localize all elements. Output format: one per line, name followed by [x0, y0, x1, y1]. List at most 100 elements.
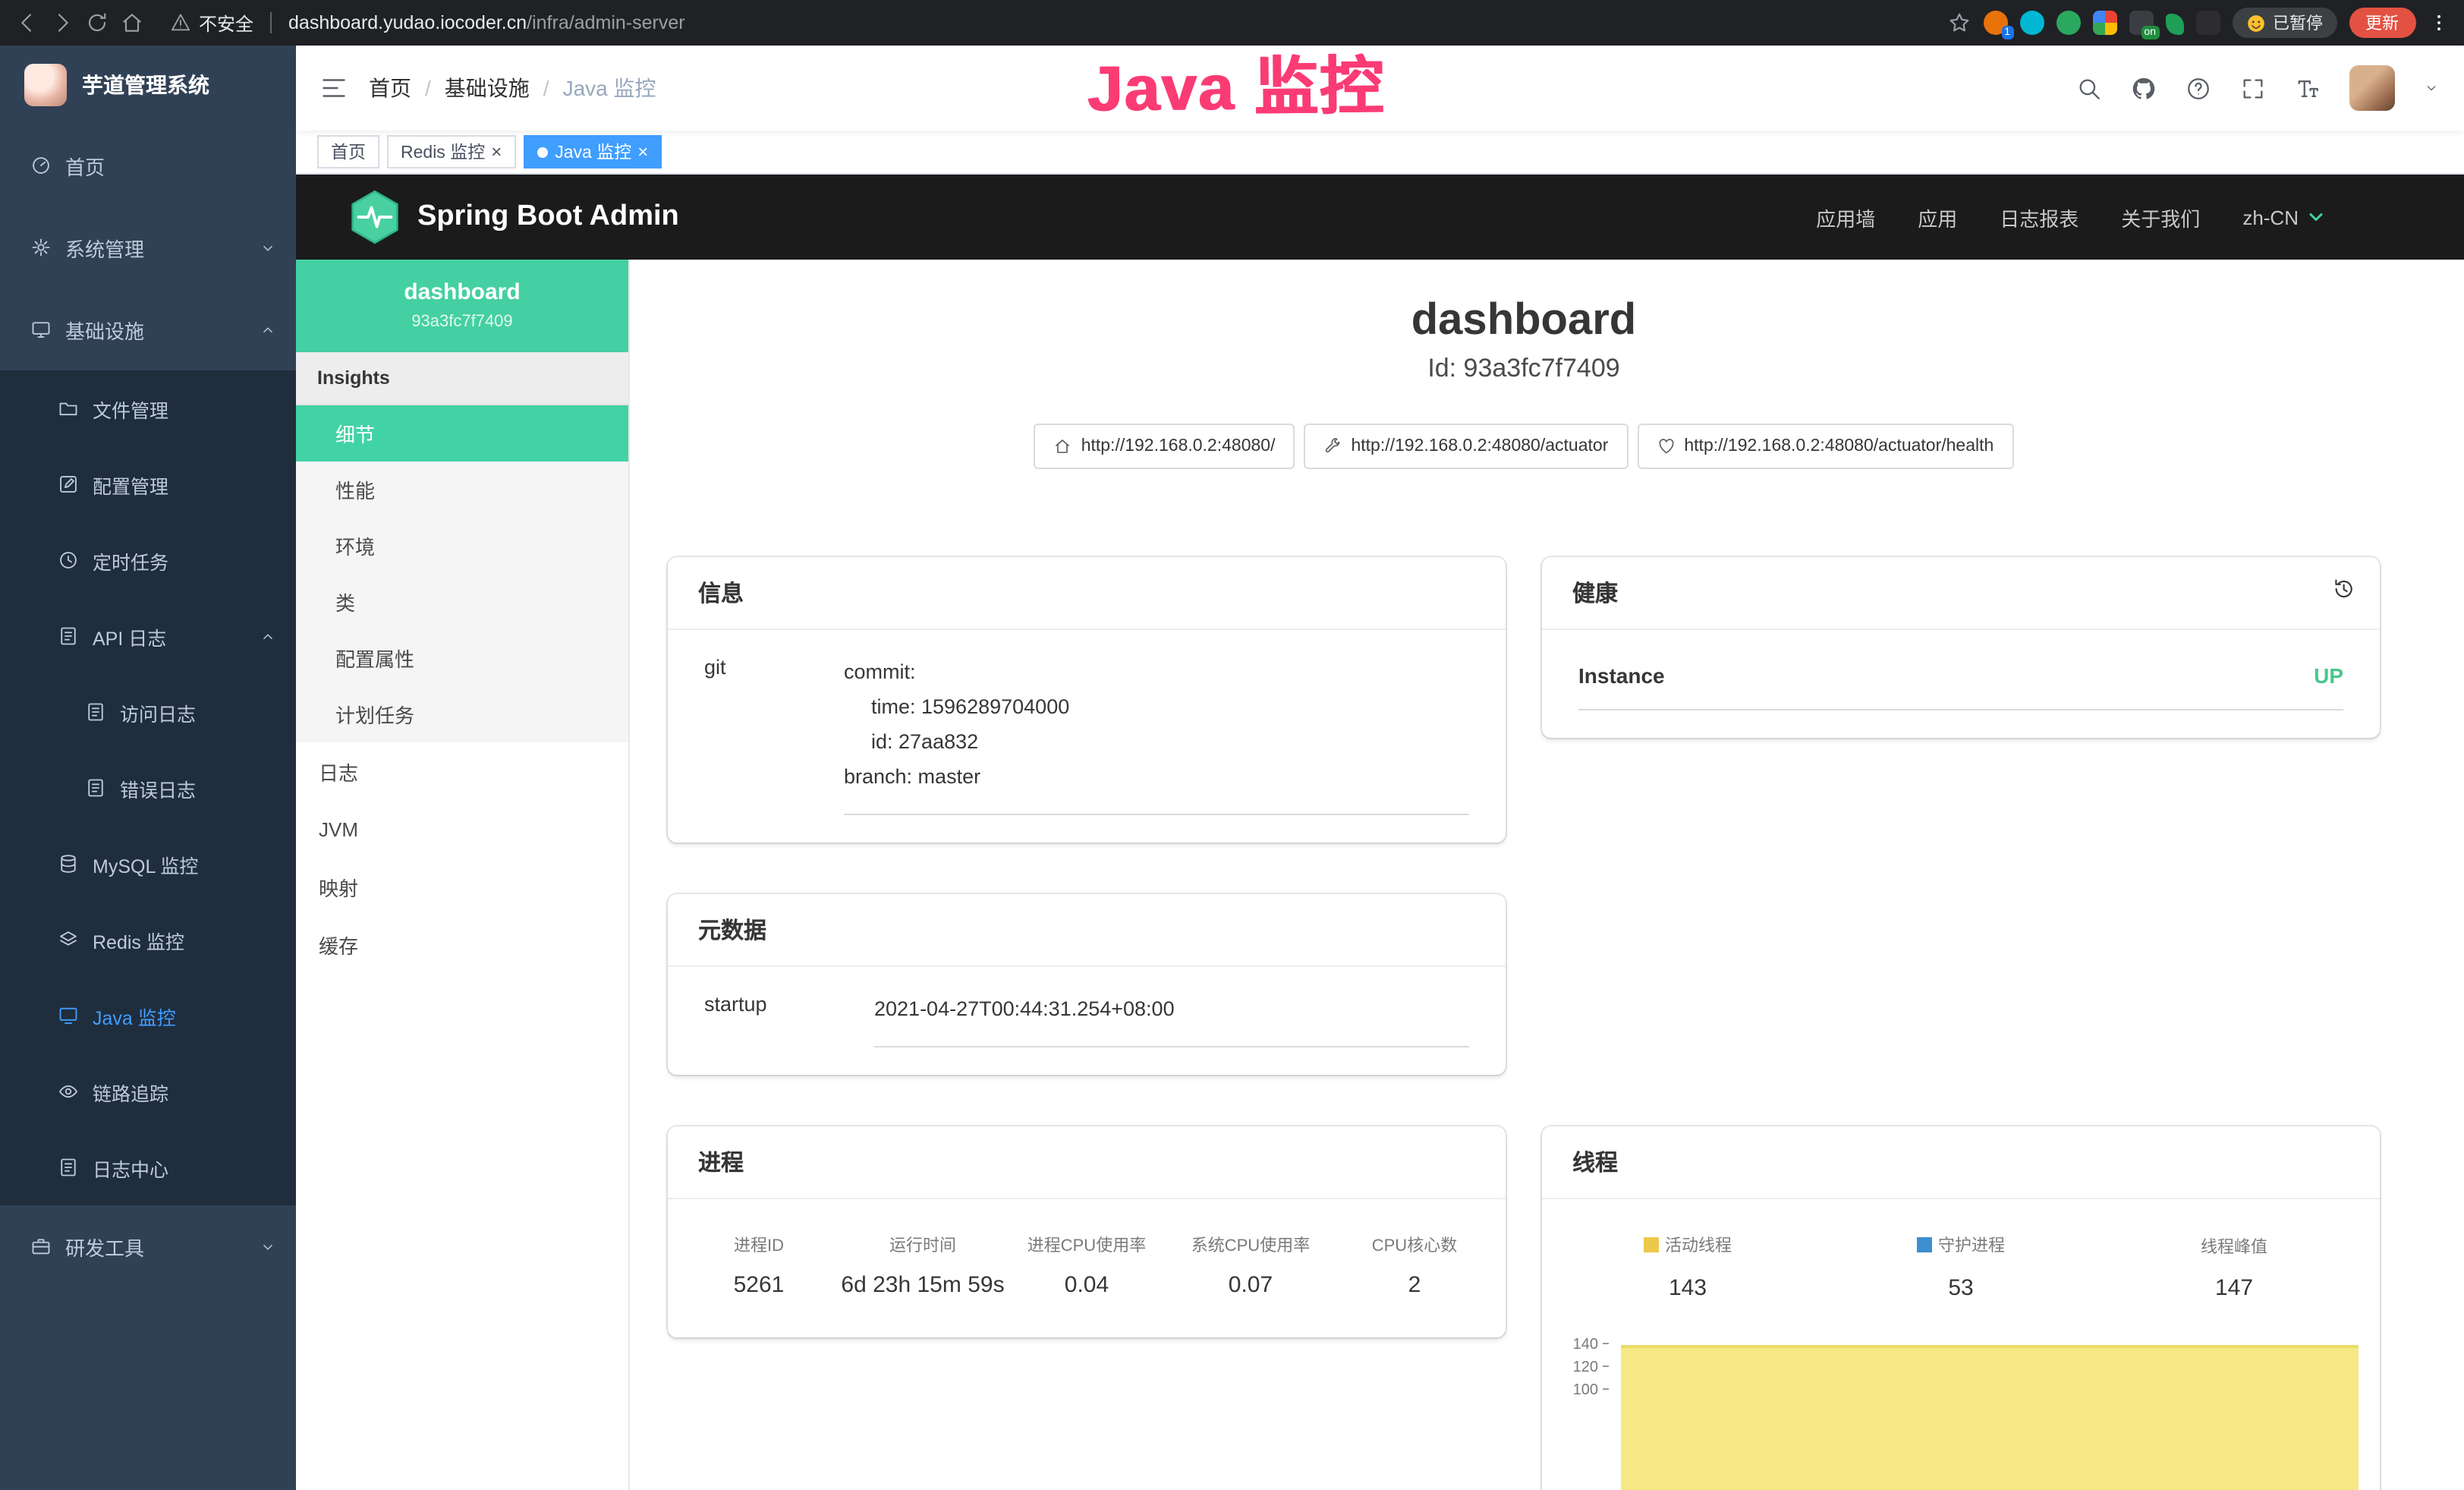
- close-icon[interactable]: ×: [637, 143, 648, 161]
- sba-brand[interactable]: Spring Boot Admin: [417, 200, 679, 234]
- tab-redis-monitor[interactable]: Redis 监控 ×: [387, 135, 515, 169]
- sidebar-item-java-monitor[interactable]: Java 监控: [0, 978, 296, 1054]
- breadcrumb-infra[interactable]: 基础设施: [445, 73, 530, 103]
- help-icon[interactable]: [2185, 75, 2211, 101]
- sidebar-item-mysql-monitor[interactable]: MySQL 监控: [0, 826, 296, 902]
- app-sidebar: 芋道管理系统 首页 系统管理 基础设施 文件管理: [0, 46, 296, 1490]
- sidebar-item-cron-jobs[interactable]: 定时任务: [0, 522, 296, 598]
- breadcrumb-home[interactable]: 首页: [369, 73, 411, 103]
- chevron-down-icon: [260, 1238, 276, 1255]
- insights-section-label: Insights: [296, 352, 628, 405]
- instance-id: 93a3fc7f7409: [311, 313, 613, 331]
- monitor-icon: [30, 319, 52, 340]
- history-icon[interactable]: [2331, 577, 2355, 601]
- sba-header: Spring Boot Admin 应用墙 应用 日志报表 关于我们 zh-CN: [296, 175, 2464, 260]
- divider: [270, 12, 272, 33]
- github-icon[interactable]: [2130, 75, 2156, 101]
- url-domain: dashboard.yudao.iocoder.cn: [288, 12, 527, 33]
- card-title: 信息: [668, 557, 1506, 630]
- hamburger-icon[interactable]: [320, 74, 348, 102]
- sidebar-item-error-log[interactable]: 错误日志: [0, 750, 296, 826]
- chevron-up-icon: [260, 628, 276, 644]
- sba-item-logs[interactable]: 日志: [296, 742, 628, 800]
- chevron-down-icon: [260, 239, 276, 256]
- chevron-down-icon[interactable]: [2423, 80, 2438, 96]
- extension-icon-leaf[interactable]: [2165, 13, 2183, 34]
- sba-nav-applications[interactable]: 应用: [1918, 203, 1957, 232]
- reload-icon[interactable]: [85, 11, 109, 35]
- toolbox-icon: [30, 1236, 52, 1257]
- extension-icon-dark-on[interactable]: on: [2129, 11, 2153, 35]
- locale-selector[interactable]: zh-CN: [2242, 206, 2324, 228]
- extension-icon-drop[interactable]: [2019, 11, 2044, 35]
- sba-item-classes[interactable]: 类: [296, 574, 628, 630]
- sidebar-item-api-log[interactable]: API 日志: [0, 598, 296, 674]
- sidebar-item-redis-monitor[interactable]: Redis 监控: [0, 902, 296, 978]
- sidebar-item-access-log[interactable]: 访问日志: [0, 674, 296, 750]
- home-icon[interactable]: [120, 11, 144, 35]
- back-icon[interactable]: [15, 11, 39, 35]
- sba-nav-wallboard[interactable]: 应用墙: [1816, 203, 1875, 232]
- sidebar-item-tracing[interactable]: 链路追踪: [0, 1054, 296, 1129]
- layers-icon: [58, 929, 79, 950]
- sidebar-item-dev-tools[interactable]: 研发工具: [0, 1205, 296, 1287]
- search-icon[interactable]: [2075, 75, 2101, 101]
- info-row-git: git commit: time: 1596289704000 id: 27aa…: [704, 654, 1469, 815]
- page-title: dashboard: [668, 296, 2380, 346]
- sba-item-mappings[interactable]: 映射: [296, 858, 628, 915]
- update-button[interactable]: 更新: [2349, 8, 2415, 38]
- actuator-url-button[interactable]: http://192.168.0.2:48080/actuator: [1304, 424, 1628, 469]
- threads-legend: 活动线程 143 守护进程 53 线程峰值 14: [1542, 1199, 2380, 1301]
- extension-icon-orange[interactable]: 1: [1983, 11, 2007, 35]
- font-size-icon[interactable]: [2294, 75, 2320, 101]
- instance-header[interactable]: dashboard 93a3fc7f7409: [296, 260, 628, 352]
- cards-grid: 信息 git commit: time: 1596289704000 id: 2…: [668, 557, 2380, 1490]
- home-link-icon: [1054, 437, 1072, 455]
- sba-item-scheduled-tasks[interactable]: 计划任务: [296, 686, 628, 742]
- fullscreen-icon[interactable]: [2239, 75, 2265, 101]
- sba-content: dashboard Id: 93a3fc7f7409 http://192.16…: [630, 260, 2464, 1490]
- sidebar-item-infra[interactable]: 基础设施: [0, 288, 296, 370]
- address-bar[interactable]: dashboard.yudao.iocoder.cn/infra/admin-s…: [288, 12, 685, 33]
- health-url-button[interactable]: http://192.168.0.2:48080/actuator/health: [1637, 424, 2013, 469]
- bookmark-star-icon[interactable]: [1946, 11, 1971, 35]
- kebab-menu-icon[interactable]: [2428, 11, 2449, 35]
- row-value: 2021-04-27T00:44:31.254+08:00: [874, 991, 1469, 1047]
- extension-icon-green-circle[interactable]: [2056, 11, 2080, 35]
- sba-item-jvm[interactable]: JVM: [296, 800, 628, 858]
- legend-daemon-threads: 守护进程 53: [1824, 1233, 2097, 1301]
- sba-sidebar: dashboard 93a3fc7f7409 Insights 细节 性能 环境…: [296, 260, 630, 1490]
- sidebar-item-home[interactable]: 首页: [0, 124, 296, 206]
- sba-item-environment[interactable]: 环境: [296, 518, 628, 574]
- threads-card: 线程 活动线程 143 守护进程 53: [1542, 1126, 2380, 1490]
- heart-icon: [1657, 437, 1675, 455]
- sba-item-caches[interactable]: 缓存: [296, 915, 628, 973]
- tab-java-monitor[interactable]: Java 监控 ×: [523, 135, 662, 169]
- sba-item-details[interactable]: 细节: [296, 405, 628, 461]
- avatar[interactable]: [2349, 65, 2394, 111]
- sba-nav-journal[interactable]: 日志报表: [2000, 203, 2079, 232]
- security-indicator[interactable]: 不安全: [170, 10, 253, 36]
- forward-icon[interactable]: [50, 11, 74, 35]
- header-actions: [2075, 65, 2438, 111]
- extension-icon-grid[interactable]: [2092, 11, 2116, 35]
- instance-id-line: Id: 93a3fc7f7409: [668, 354, 2380, 384]
- service-url-button[interactable]: http://192.168.0.2:48080/: [1034, 424, 1295, 469]
- sidebar-item-file-manage[interactable]: 文件管理: [0, 370, 296, 446]
- card-title: 线程: [1542, 1126, 2380, 1199]
- close-icon[interactable]: ×: [491, 143, 502, 161]
- browser-toolbar: 不安全 dashboard.yudao.iocoder.cn/infra/adm…: [0, 0, 2464, 46]
- url-path: /infra/admin-server: [527, 12, 684, 33]
- sba-nav-about[interactable]: 关于我们: [2121, 203, 2200, 232]
- sidebar-item-config-manage[interactable]: 配置管理: [0, 446, 296, 522]
- sidebar-item-log-center[interactable]: 日志中心: [0, 1129, 296, 1205]
- profile-paused-chip[interactable]: 已暂停: [2232, 8, 2337, 38]
- app-logo[interactable]: 芋道管理系统: [0, 46, 296, 124]
- legend-swatch-blue: [1917, 1237, 1932, 1252]
- extension-icon-puzzle[interactable]: [2195, 11, 2220, 35]
- sba-item-performance[interactable]: 性能: [296, 461, 628, 518]
- spring-boot-admin-logo: [351, 190, 399, 244]
- sba-item-config-props[interactable]: 配置属性: [296, 630, 628, 686]
- sidebar-item-system[interactable]: 系统管理: [0, 206, 296, 288]
- tab-home[interactable]: 首页: [317, 135, 379, 169]
